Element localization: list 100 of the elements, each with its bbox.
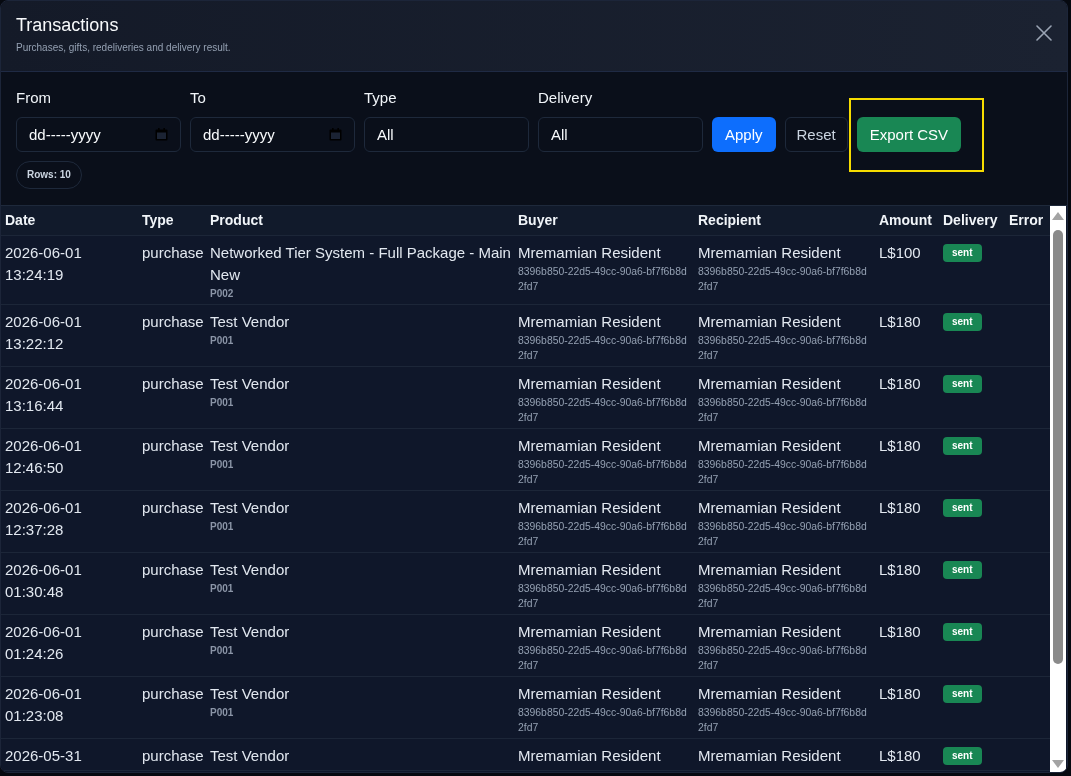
buyer-name: Mremamian Resident	[518, 622, 662, 642]
dialog-subtitle: Purchases, gifts, redeliveries and delivery result.	[16, 41, 231, 55]
date-cell: 2026-06-01 01:30:48	[5, 561, 82, 600]
product-name: Test Vendor	[210, 498, 291, 518]
calendar-icon[interactable]	[155, 128, 168, 141]
date-cell: 2026-06-01 01:24:26	[5, 623, 82, 662]
amount-cell: L$180	[879, 685, 921, 702]
status-badge: sent	[943, 623, 982, 641]
recipient-name: Mremamian Resident	[698, 684, 842, 704]
date-field[interactable]: dd-----yyyy	[16, 117, 181, 152]
scroll-up-icon[interactable]	[1052, 212, 1064, 220]
buyer-name: Mremamian Resident	[518, 746, 662, 766]
recipient-name: Mremamian Resident	[698, 312, 842, 332]
buyer-name: Mremamian Resident	[518, 374, 662, 394]
scroll-down-icon[interactable]	[1052, 760, 1064, 768]
recipient-id: 8396b850-22d5-49cc-90a6-bf7f6b8d2fd7	[698, 582, 868, 611]
type-cell: purchase	[142, 499, 204, 516]
date-cell: 2026-05-31	[5, 747, 82, 764]
buyer-name: Mremamian Resident	[518, 560, 662, 580]
product-code: P001	[210, 582, 235, 596]
column-header: Date	[5, 212, 36, 228]
product-name: Networked Tier System - Full Package - Main New	[210, 243, 512, 285]
buyer-name: Mremamian Resident	[518, 684, 662, 704]
amount-cell: L$180	[879, 561, 921, 578]
dropdown-field[interactable]: All	[364, 117, 529, 152]
recipient-name: Mremamian Resident	[698, 746, 842, 766]
date-field[interactable]: dd-----yyyy	[190, 117, 355, 152]
buyer-name: Mremamian Resident	[518, 312, 662, 332]
type-cell: purchase	[142, 685, 204, 702]
status-badge: sent	[943, 244, 982, 262]
date-cell: 2026-06-01 13:22:12	[5, 313, 82, 352]
recipient-id: 8396b850-22d5-49cc-90a6-bf7f6b8d2fd7	[698, 706, 868, 735]
field-label: To	[190, 89, 207, 107]
product-code: P001	[210, 396, 235, 410]
type-cell: purchase	[142, 437, 204, 454]
column-header: Error	[1009, 212, 1044, 228]
recipient-id: 8396b850-22d5-49cc-90a6-bf7f6b8d2fd7	[698, 334, 868, 363]
buyer-id: 8396b850-22d5-49cc-90a6-bf7f6b8d2fd7	[518, 396, 688, 425]
status-badge: sent	[943, 685, 982, 703]
buyer-name: Mremamian Resident	[518, 243, 662, 263]
scrollbar[interactable]	[1050, 206, 1066, 772]
recipient-name: Mremamian Resident	[698, 622, 842, 642]
reset-button[interactable]: Reset	[784, 117, 848, 152]
type-cell: purchase	[142, 313, 204, 330]
type-cell: purchase	[142, 747, 204, 764]
recipient-name: Mremamian Resident	[698, 498, 842, 518]
buyer-id: 8396b850-22d5-49cc-90a6-bf7f6b8d2fd7	[518, 520, 688, 549]
recipient-name: Mremamian Resident	[698, 436, 842, 456]
recipient-id: 8396b850-22d5-49cc-90a6-bf7f6b8d2fd7	[698, 520, 868, 549]
date-cell: 2026-06-01 13:16:44	[5, 375, 82, 414]
date-cell: 2026-06-01 12:37:28	[5, 499, 82, 538]
dialog-title: Transactions	[16, 15, 120, 35]
buyer-id: 8396b850-22d5-49cc-90a6-bf7f6b8d2fd7	[518, 334, 688, 363]
column-header: Buyer	[518, 212, 558, 228]
product-code: P002	[210, 287, 235, 301]
recipient-name: Mremamian Resident	[698, 243, 842, 263]
product-code: P001	[210, 334, 235, 348]
field-label: Delivery	[538, 89, 594, 107]
scrollbar-thumb[interactable]	[1053, 230, 1063, 664]
column-header: Type	[142, 212, 174, 228]
product-name: Test Vendor	[210, 746, 291, 766]
close-button[interactable]	[1036, 25, 1052, 41]
product-name: Test Vendor	[210, 560, 291, 580]
amount-cell: L$100	[879, 244, 921, 261]
status-badge: sent	[943, 313, 982, 331]
recipient-id: 8396b850-22d5-49cc-90a6-bf7f6b8d2fd7	[698, 396, 868, 425]
recipient-id: 8396b850-22d5-49cc-90a6-bf7f6b8d2fd7	[698, 644, 868, 673]
amount-cell: L$180	[879, 313, 921, 330]
status-badge: sent	[943, 499, 982, 517]
product-name: Test Vendor	[210, 374, 291, 394]
amount-cell: L$180	[879, 623, 921, 640]
column-header: Recipient	[698, 212, 761, 228]
date-cell: 2026-06-01 12:46:50	[5, 437, 82, 476]
export-button[interactable]: Export CSV	[856, 117, 962, 152]
status-badge: sent	[943, 437, 982, 455]
recipient-name: Mremamian Resident	[698, 560, 842, 580]
buyer-id: 8396b850-22d5-49cc-90a6-bf7f6b8d2fd7	[518, 265, 688, 294]
dropdown-field[interactable]: All	[538, 117, 703, 152]
amount-cell: L$180	[879, 499, 921, 516]
type-cell: purchase	[142, 561, 204, 578]
recipient-id: 8396b850-22d5-49cc-90a6-bf7f6b8d2fd7	[698, 265, 868, 294]
buyer-id: 8396b850-22d5-49cc-90a6-bf7f6b8d2fd7	[518, 458, 688, 487]
product-name: Test Vendor	[210, 312, 291, 332]
buyer-id: 8396b850-22d5-49cc-90a6-bf7f6b8d2fd7	[518, 582, 688, 611]
amount-cell: L$180	[879, 437, 921, 454]
recipient-id: 8396b850-22d5-49cc-90a6-bf7f6b8d2fd7	[698, 458, 868, 487]
field-label: From	[16, 89, 52, 107]
column-header: Amount	[879, 212, 932, 228]
recipient-name: Mremamian Resident	[698, 374, 842, 394]
buyer-name: Mremamian Resident	[518, 498, 662, 518]
date-cell: 2026-06-01 01:23:08	[5, 685, 82, 724]
apply-button[interactable]: Apply	[712, 117, 776, 152]
buyer-name: Mremamian Resident	[518, 436, 662, 456]
status-badge: sent	[943, 747, 982, 765]
date-cell: 2026-06-01 13:24:19	[5, 244, 82, 283]
calendar-icon[interactable]	[329, 128, 342, 141]
type-cell: purchase	[142, 375, 204, 392]
column-header: Product	[210, 212, 263, 228]
status-badge: sent	[943, 561, 982, 579]
product-name: Test Vendor	[210, 436, 291, 456]
